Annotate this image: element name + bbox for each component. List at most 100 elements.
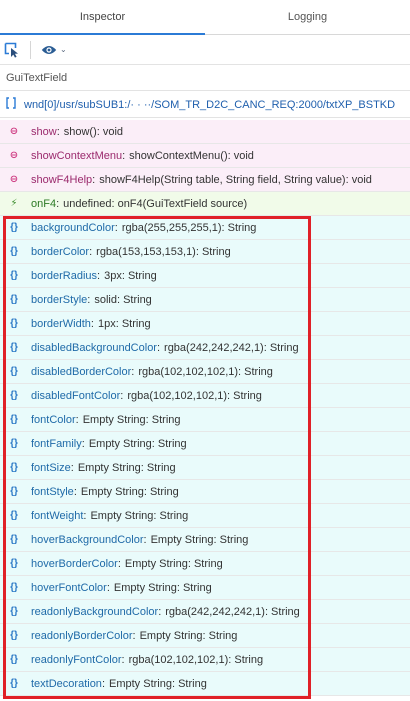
element-path-row[interactable]: wnd[0]/usr/subSUB1:/· · ··/SOM_TR_D2C_CA… — [0, 92, 410, 118]
property-row-backgroundcolor[interactable]: {} backgroundColor: rgba(255,255,255,1): S… — [0, 216, 410, 240]
element-path-link[interactable]: wnd[0]/usr/subSUB1:/· · ··/SOM_TR_D2C_CA… — [24, 99, 395, 111]
member-signature: Empty String: String — [82, 413, 181, 426]
member-name: disabledFontColor — [31, 389, 121, 402]
property-row-fontsize[interactable]: {} fontSize: Empty String: String — [0, 456, 410, 480]
property-row-hoverbordercolor[interactable]: {} hoverBorderColor: Empty String: String — [0, 552, 410, 576]
property-row-textdecoration[interactable]: {} textDecoration: Empty String: String — [0, 672, 410, 696]
toolbar-divider — [30, 40, 31, 59]
select-element-button[interactable] — [0, 39, 24, 61]
member-name: readonlyFontColor — [31, 653, 122, 666]
property-row-readonlybackgroundcolor[interactable]: {} readonlyBackgroundColor: rgba(242,242,2… — [0, 600, 410, 624]
member-name: fontStyle — [31, 485, 74, 498]
property-icon: {} — [10, 366, 18, 377]
member-signature: Empty String: String — [80, 485, 179, 498]
member-name: fontFamily — [31, 437, 82, 450]
member-signature: 1px: String — [97, 317, 151, 330]
property-icon: {} — [10, 294, 18, 305]
property-row-disabledbordercolor[interactable]: {} disabledBorderColor: rgba(102,102,102,1… — [0, 360, 410, 384]
member-signature: show(): void — [63, 125, 124, 138]
property-icon: {} — [10, 678, 18, 689]
member-signature: rgba(102,102,102,1): String — [128, 653, 264, 666]
member-name: onF4 — [31, 197, 57, 210]
property-row-borderstyle[interactable]: {} borderStyle: solid: String — [0, 288, 410, 312]
member-name: textDecoration — [31, 677, 102, 690]
property-row-borderradius[interactable]: {} borderRadius:3px: String — [0, 264, 410, 288]
property-icon: {} — [10, 582, 18, 593]
property-icon: {} — [10, 270, 18, 281]
select-element-icon — [4, 42, 20, 58]
member-name: disabledBorderColor — [31, 365, 132, 378]
member-name: backgroundColor — [31, 221, 115, 234]
tab-inspector[interactable]: Inspector — [0, 0, 205, 35]
member-name: borderColor — [31, 245, 90, 258]
member-name: readonlyBackgroundColor — [31, 605, 159, 618]
member-signature: Empty String: String — [124, 557, 223, 570]
member-name: show — [31, 125, 57, 138]
property-row-fontfamily[interactable]: {} fontFamily: Empty String: String — [0, 432, 410, 456]
method-icon: ⊖ — [9, 126, 19, 137]
member-signature: rgba(255,255,255,1): String — [121, 221, 257, 234]
member-signature: rgba(102,102,102,1): String — [138, 365, 273, 378]
property-row-fontweight[interactable]: {} fontWeight: Empty String: String — [0, 504, 410, 528]
property-row-fontcolor[interactable]: {} fontColor: Empty String: String — [0, 408, 410, 432]
property-icon: {} — [10, 414, 18, 425]
event-icon: ⚡ — [10, 198, 18, 209]
event-row-onf4[interactable]: ⚡ onF4: undefined: onF4(GuiTextField sou… — [0, 192, 410, 216]
property-icon: {} — [10, 438, 18, 449]
member-name: hoverBackgroundColor — [31, 533, 144, 546]
property-row-fontstyle[interactable]: {} fontStyle: Empty String: String — [0, 480, 410, 504]
property-icon: {} — [10, 342, 18, 353]
eye-icon — [41, 44, 57, 56]
property-icon: {} — [10, 390, 18, 401]
member-list: ⊖ show: show(): void ⊖ showContextMenu: … — [0, 120, 410, 696]
member-signature: rgba(242,242,242,1): String — [164, 341, 299, 354]
toolbar: ⌄ — [0, 35, 410, 65]
member-name: showContextMenu — [31, 149, 123, 162]
member-signature: solid: String — [94, 293, 152, 306]
method-row-showcontextmenu[interactable]: ⊖ showContextMenu: showContextMenu(): vo… — [0, 144, 410, 168]
brackets-icon — [6, 97, 16, 112]
property-icon: {} — [10, 318, 18, 329]
member-name: hoverFontColor — [31, 581, 107, 594]
property-row-readonlybordercolor[interactable]: {} readonlyBorderColor: Empty String: Stri… — [0, 624, 410, 648]
property-icon: {} — [10, 654, 18, 665]
property-icon: {} — [10, 606, 18, 617]
member-signature: 3px: String — [104, 269, 157, 282]
property-icon: {} — [10, 534, 18, 545]
method-icon: ⊖ — [9, 174, 19, 185]
member-signature: Empty String: String — [90, 509, 189, 522]
member-name: hoverBorderColor — [31, 557, 118, 570]
property-icon: {} — [10, 558, 18, 569]
member-signature: rgba(102,102,102,1): String — [127, 389, 262, 402]
method-icon: ⊖ — [9, 150, 19, 161]
method-row-show[interactable]: ⊖ show: show(): void — [0, 120, 410, 144]
member-name: borderWidth — [31, 317, 91, 330]
property-icon: {} — [10, 462, 18, 473]
section-title: GuiTextField — [0, 65, 410, 91]
method-row-showf4help[interactable]: ⊖ showF4Help: showF4Help(String table, S… — [0, 168, 410, 192]
member-name: borderStyle — [31, 293, 88, 306]
member-signature: undefined: onF4(GuiTextField source) — [63, 197, 248, 210]
property-row-disabledfontcolor[interactable]: {} disabledFontColor: rgba(102,102,102,1):… — [0, 384, 410, 408]
tab-logging[interactable]: Logging — [205, 0, 410, 34]
property-row-hoverfontcolor[interactable]: {} hoverFontColor: Empty String: String — [0, 576, 410, 600]
member-signature: Empty String: String — [77, 461, 176, 474]
member-signature: Empty String: String — [150, 533, 249, 546]
property-row-borderwidth[interactable]: {} borderWidth:1px: String — [0, 312, 410, 336]
property-icon: {} — [10, 510, 18, 521]
property-row-hoverbackgroundcolor[interactable]: {} hoverBackgroundColor: Empty String: Str… — [0, 528, 410, 552]
member-signature: Empty String: String — [109, 677, 207, 690]
member-signature: showContextMenu(): void — [129, 149, 254, 162]
chevron-down-icon: ⌄ — [60, 45, 67, 54]
member-name: disabledBackgroundColor — [31, 341, 157, 354]
view-options-button[interactable]: ⌄ — [37, 39, 71, 61]
member-signature: rgba(242,242,242,1): String — [165, 605, 300, 618]
member-name: fontWeight — [31, 509, 84, 522]
member-signature: Empty String: String — [88, 437, 187, 450]
member-name: readonlyBorderColor — [31, 629, 133, 642]
member-name: borderRadius — [31, 269, 98, 282]
property-row-readonlyfontcolor[interactable]: {} readonlyFontColor: rgba(102,102,102,1):… — [0, 648, 410, 672]
property-row-bordercolor[interactable]: {} borderColor: rgba(153,153,153,1): Strin… — [0, 240, 410, 264]
property-row-disabledbackgroundcolor[interactable]: {} disabledBackgroundColor: rgba(242,242,2… — [0, 336, 410, 360]
property-icon: {} — [10, 486, 18, 497]
